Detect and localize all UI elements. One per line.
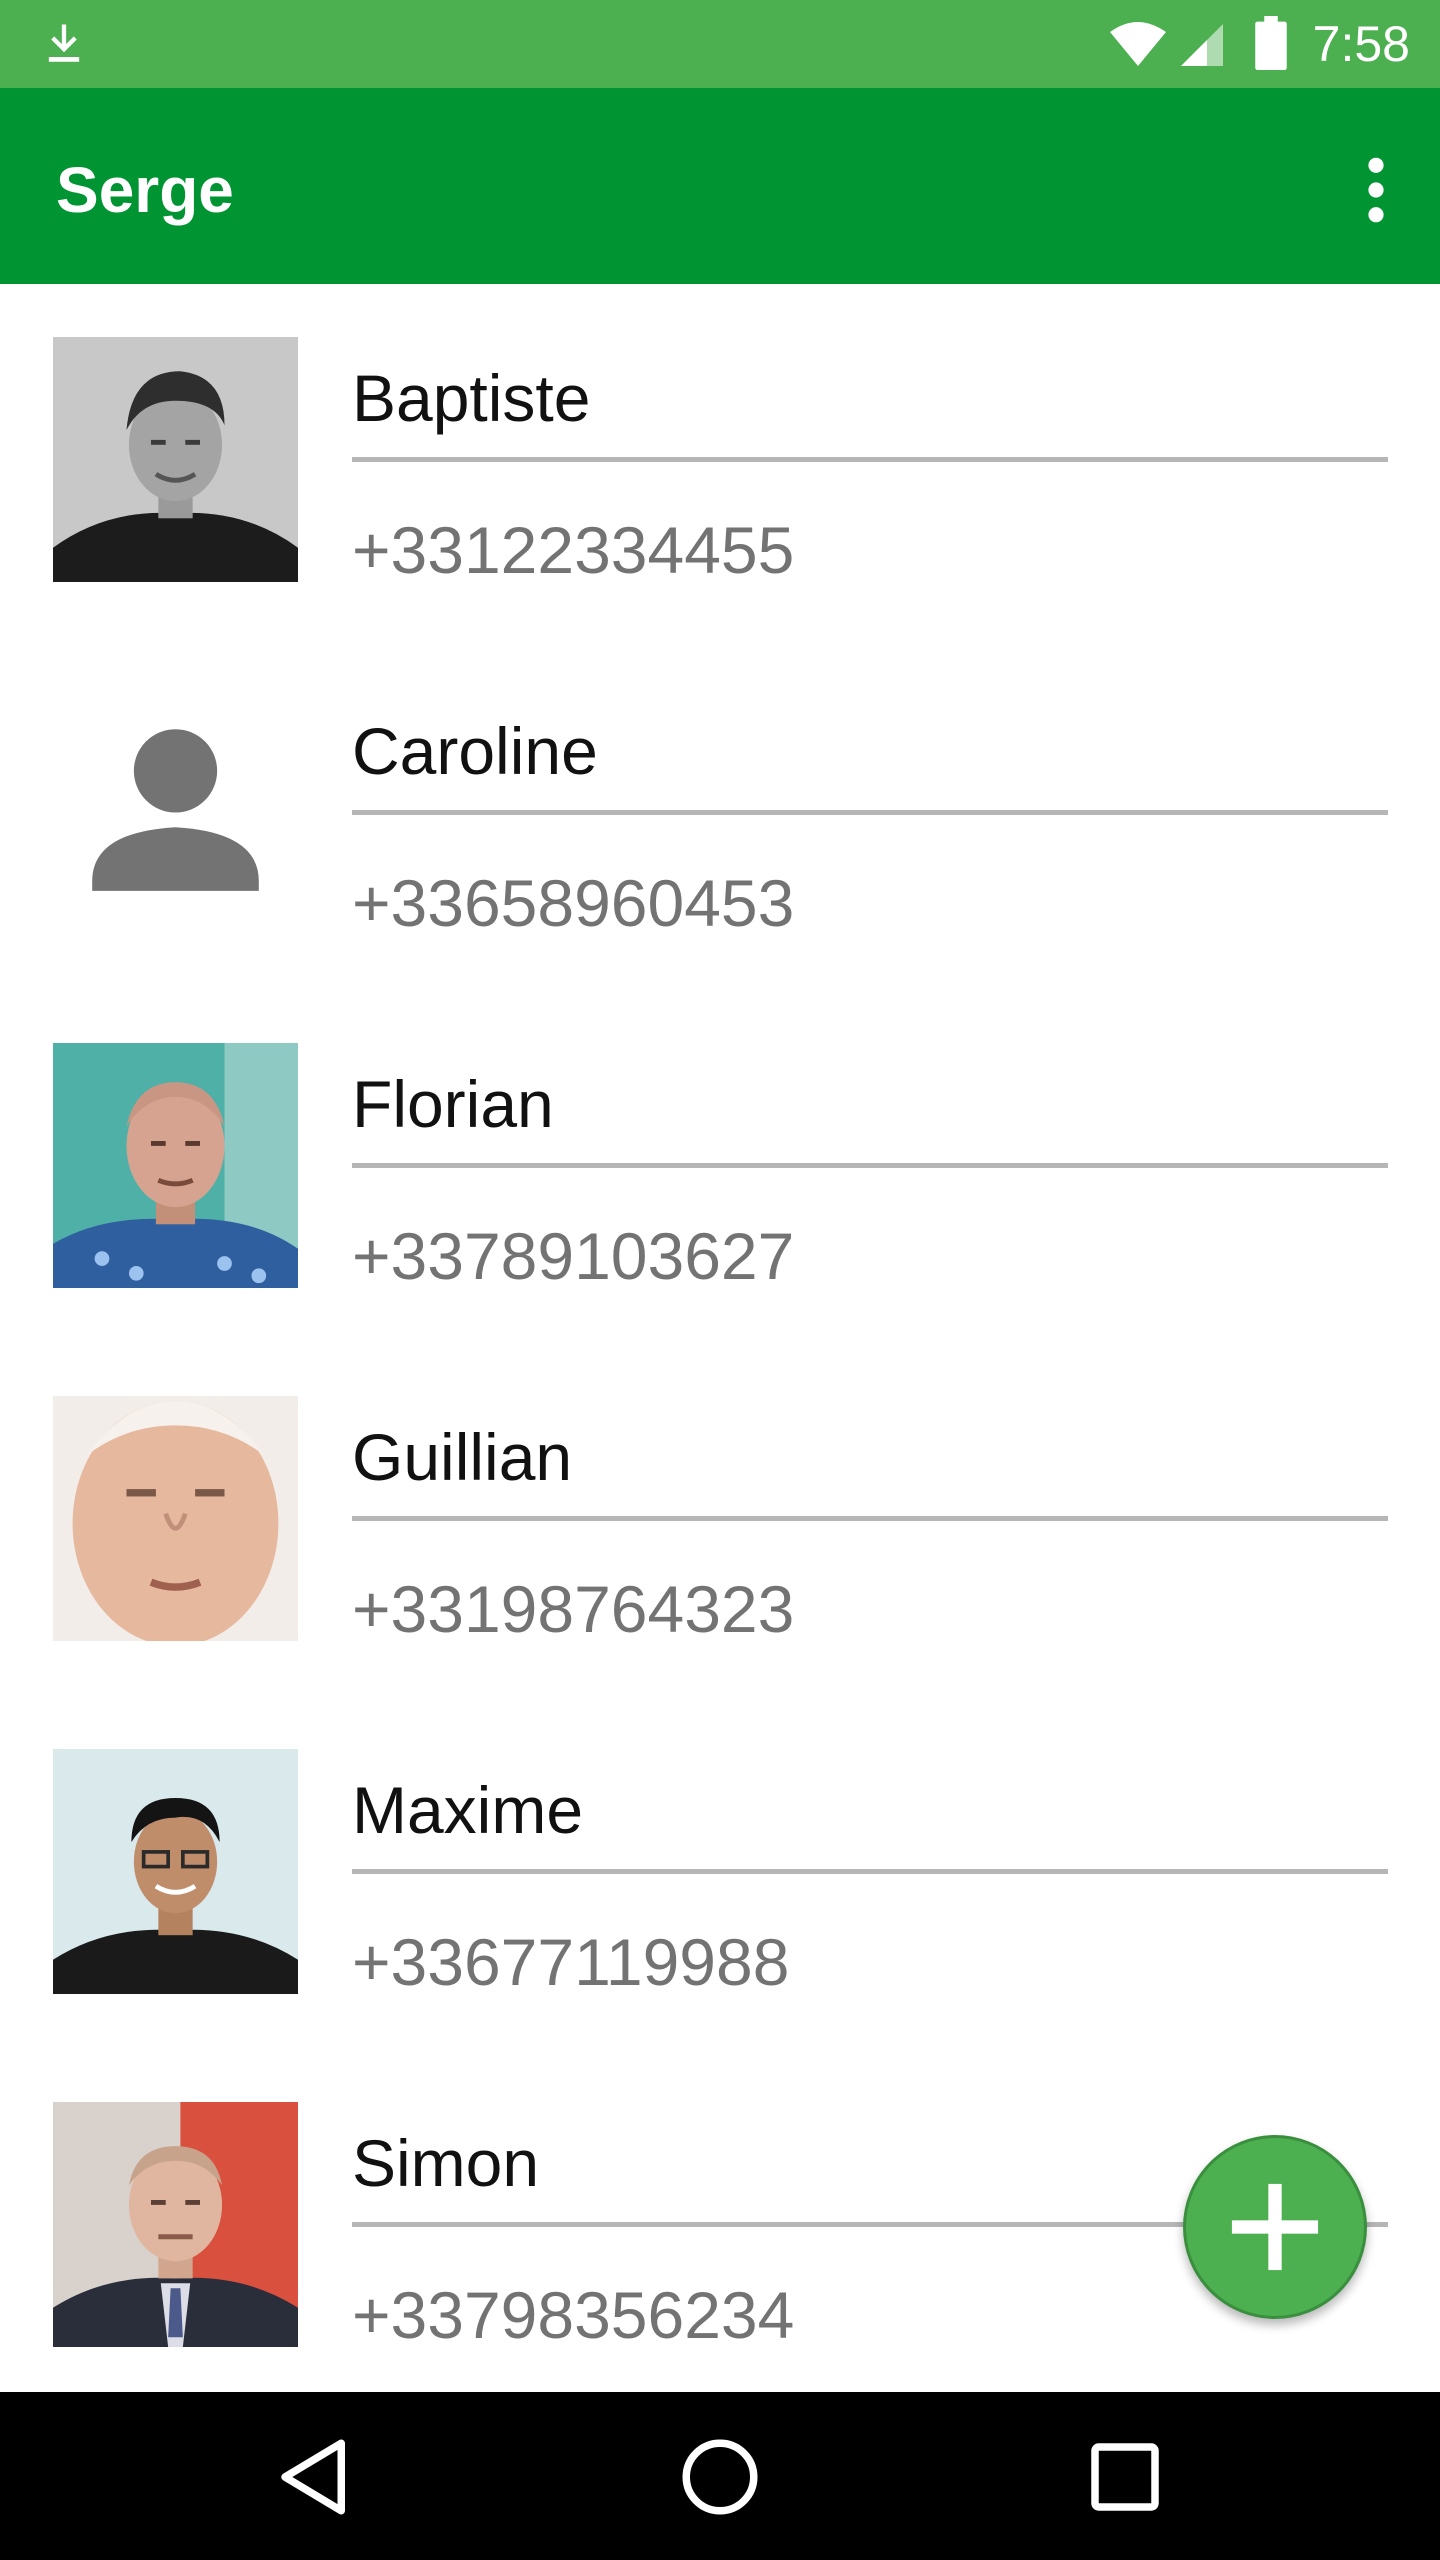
avatar-photo	[53, 2102, 298, 2347]
placeholder-person-icon	[92, 729, 259, 891]
contact-list: Baptiste +33122334455 Caroline +33658960…	[0, 284, 1440, 2392]
contact-name: Florian	[352, 1067, 554, 1141]
contact-avatar	[53, 2102, 298, 2347]
contact-phone: +33658960453	[352, 866, 795, 940]
signal-icon	[1181, 24, 1223, 66]
contact-phone: +33789103627	[352, 1219, 795, 1293]
contact-avatar	[53, 690, 298, 935]
name-underline	[352, 810, 1388, 815]
download-icon	[48, 24, 80, 62]
recents-icon[interactable]	[1080, 2432, 1170, 2522]
avatar-photo	[53, 1749, 298, 1994]
contact-name: Simon	[352, 2126, 540, 2200]
add-contact-button[interactable]	[1183, 2135, 1367, 2319]
contact-row-maxime[interactable]: Maxime +33677119988	[0, 1696, 1440, 2049]
contact-avatar	[53, 1043, 298, 1288]
home-icon[interactable]	[675, 2432, 765, 2522]
contact-row-florian[interactable]: Florian +33789103627	[0, 990, 1440, 1343]
avatar-photo	[53, 1396, 298, 1641]
contact-name: Guillian	[352, 1420, 573, 1494]
contact-phone: +33677119988	[352, 1925, 790, 1999]
status-clock: 7:58	[1312, 16, 1410, 72]
back-icon[interactable]	[270, 2432, 360, 2522]
contact-row-guillian[interactable]: Guillian +33198764323	[0, 1343, 1440, 1696]
avatar-photo	[53, 337, 298, 582]
contact-row-baptiste[interactable]: Baptiste +33122334455	[0, 284, 1440, 637]
system-nav-bar	[0, 2392, 1440, 2560]
contact-name: Maxime	[352, 1773, 584, 1847]
name-underline	[352, 457, 1388, 462]
contact-phone: +33198764323	[352, 1572, 795, 1646]
contact-phone: +33122334455	[352, 513, 795, 587]
battery-icon	[1255, 16, 1287, 70]
plus-icon	[1231, 2183, 1319, 2271]
contact-row-caroline[interactable]: Caroline +33658960453	[0, 637, 1440, 990]
status-bar: 7:58	[0, 0, 1440, 88]
contact-avatar	[53, 1749, 298, 1994]
more-vert-icon[interactable]	[1344, 152, 1408, 228]
wifi-icon	[1110, 22, 1166, 66]
contact-name: Baptiste	[352, 361, 591, 435]
contact-phone: +33798356234	[352, 2278, 795, 2352]
contact-name: Caroline	[352, 714, 598, 788]
contact-avatar	[53, 1396, 298, 1641]
page-title: Serge	[56, 154, 234, 226]
name-underline	[352, 1869, 1388, 1874]
name-underline	[352, 1516, 1388, 1521]
contact-avatar	[53, 337, 298, 582]
name-underline	[352, 1163, 1388, 1168]
avatar-photo	[53, 1043, 298, 1288]
app-toolbar: Serge	[0, 88, 1440, 284]
screen: 7:58 Serge Baptiste +33122334455 Carolin…	[0, 0, 1440, 2560]
